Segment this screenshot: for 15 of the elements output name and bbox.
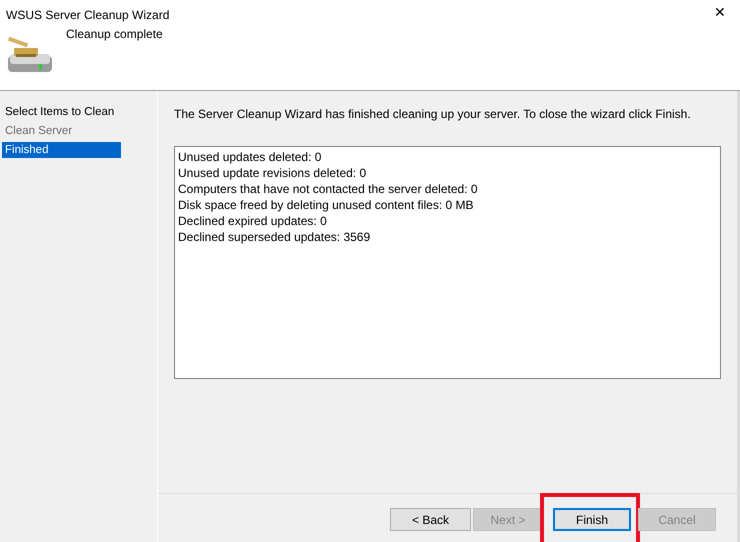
wizard-button[interactable]: Finish [553, 508, 631, 531]
result-line: Disk space freed by deleting unused content files: 0 MB [178, 197, 474, 213]
result-line: Declined superseded updates: 3569 [178, 229, 372, 245]
close-button[interactable]: ✕ [706, 5, 734, 19]
result-line: Declined expired updates: 0 [178, 213, 328, 229]
result-line: Unused updates deleted: 0 [178, 149, 322, 165]
sidebar-item: Finished [2, 142, 121, 158]
sidebar-item: Clean Server [4, 124, 74, 139]
intro-text: The Server Cleanup Wizard has finished cleaning up your server. To close the wizard click Finish. [174, 106, 692, 123]
header-title: Cleanup complete [66, 26, 163, 43]
wizard-button[interactable]: < Back [390, 508, 471, 531]
window-title: WSUS Server Cleanup Wizard [6, 7, 170, 24]
result-line: Unused update revisions deleted: 0 [178, 165, 368, 181]
result-line: Computers that have not contacted the server deleted: 0 [178, 181, 479, 197]
sidebar-item: Select Items to Clean [4, 105, 116, 120]
